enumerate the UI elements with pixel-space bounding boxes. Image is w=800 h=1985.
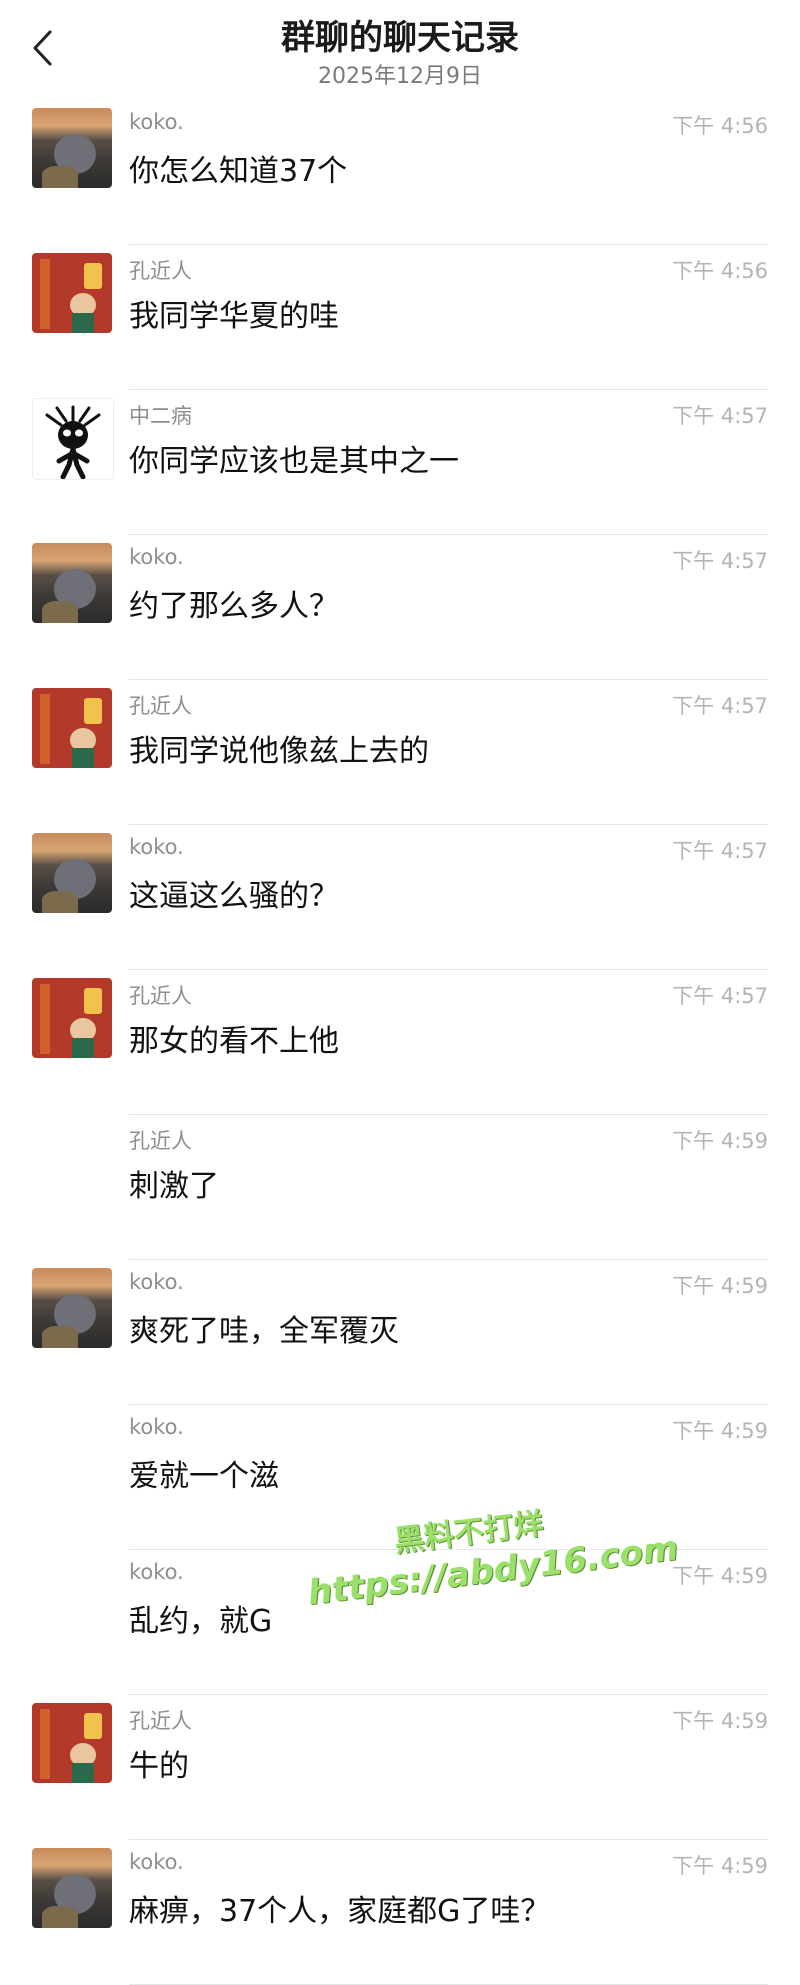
message-list: koko. 下午 4:56 你怎么知道37个 孔近人 下午 4:56 我同学华夏…: [0, 100, 800, 1985]
message-item[interactable]: koko. 下午 4:59 爱就一个滋: [0, 1405, 800, 1550]
sender-name: 孔近人: [129, 259, 192, 283]
avatar[interactable]: [32, 543, 112, 623]
message-item[interactable]: 孔近人 下午 4:57 我同学说他像兹上去的: [0, 680, 800, 825]
message-time: 下午 4:59: [672, 1129, 768, 1153]
message-item[interactable]: 孔近人 下午 4:59 刺激了: [0, 1115, 800, 1260]
message-time: 下午 4:57: [672, 404, 768, 428]
message-text: 爱就一个滋: [129, 1459, 279, 1494]
page-title: 群聊的聊天记录: [281, 18, 519, 58]
avatar[interactable]: [32, 688, 112, 768]
message-time: 下午 4:56: [672, 259, 768, 283]
sender-name: 孔近人: [129, 694, 192, 718]
message-item[interactable]: 孔近人 下午 4:57 那女的看不上他: [0, 970, 800, 1115]
sender-name: koko.: [129, 1850, 184, 1874]
message-text: 你怎么知道37个: [129, 154, 348, 189]
message-text: 我同学说他像兹上去的: [129, 734, 429, 769]
chat-date: 2025年12月9日: [318, 64, 482, 89]
avatar[interactable]: [32, 1848, 112, 1928]
sender-name: koko.: [129, 110, 184, 134]
message-text: 我同学华夏的哇: [129, 299, 339, 334]
message-item[interactable]: koko. 下午 4:59 乱约，就G: [0, 1550, 800, 1695]
sender-name: 中二病: [129, 404, 192, 428]
avatar[interactable]: [32, 833, 112, 913]
message-time: 下午 4:59: [672, 1854, 768, 1878]
message-time: 下午 4:57: [672, 839, 768, 863]
message-text: 麻痹，37个人，家庭都G了哇？: [129, 1894, 551, 1929]
message-text: 约了那么多人？: [129, 589, 339, 624]
message-text: 乱约，就G: [129, 1604, 273, 1639]
message-time: 下午 4:59: [672, 1564, 768, 1588]
sender-name: 孔近人: [129, 1129, 192, 1153]
message-time: 下午 4:57: [672, 984, 768, 1008]
message-item[interactable]: koko. 下午 4:59 爽死了哇，全军覆灭: [0, 1260, 800, 1405]
sender-name: koko.: [129, 545, 184, 569]
message-text: 那女的看不上他: [129, 1024, 339, 1059]
message-item[interactable]: 孔近人 下午 4:59 牛的: [0, 1695, 800, 1840]
sender-name: koko.: [129, 1270, 184, 1294]
avatar[interactable]: [32, 398, 114, 480]
message-item[interactable]: 孔近人 下午 4:56 我同学华夏的哇: [0, 245, 800, 390]
sender-name: koko.: [129, 1560, 184, 1584]
message-item[interactable]: koko. 下午 4:57 这逼这么骚的？: [0, 825, 800, 970]
message-item[interactable]: 中二病 下午 4:57 你同学应该也是其中之一: [0, 390, 800, 535]
message-item[interactable]: koko. 下午 4:57 约了那么多人？: [0, 535, 800, 680]
sender-name: koko.: [129, 1415, 184, 1439]
message-time: 下午 4:59: [672, 1419, 768, 1443]
message-item[interactable]: koko. 下午 4:59 麻痹，37个人，家庭都G了哇？: [0, 1840, 800, 1985]
message-time: 下午 4:57: [672, 549, 768, 573]
message-text: 刺激了: [129, 1169, 219, 1204]
sender-name: koko.: [129, 835, 184, 859]
avatar[interactable]: [32, 1268, 112, 1348]
message-item[interactable]: koko. 下午 4:56 你怎么知道37个: [0, 100, 800, 245]
message-text: 牛的: [129, 1749, 189, 1784]
message-text: 这逼这么骚的？: [129, 879, 339, 914]
message-text: 你同学应该也是其中之一: [129, 444, 459, 479]
sender-name: 孔近人: [129, 1709, 192, 1733]
message-time: 下午 4:59: [672, 1274, 768, 1298]
avatar[interactable]: [32, 978, 112, 1058]
avatar[interactable]: [32, 253, 112, 333]
avatar[interactable]: [32, 108, 112, 188]
chat-header: 群聊的聊天记录 2025年12月9日: [0, 0, 800, 100]
message-text: 爽死了哇，全军覆灭: [129, 1314, 399, 1349]
message-time: 下午 4:56: [672, 114, 768, 138]
avatar[interactable]: [32, 1703, 112, 1783]
sender-name: 孔近人: [129, 984, 192, 1008]
message-time: 下午 4:59: [672, 1709, 768, 1733]
message-time: 下午 4:57: [672, 694, 768, 718]
